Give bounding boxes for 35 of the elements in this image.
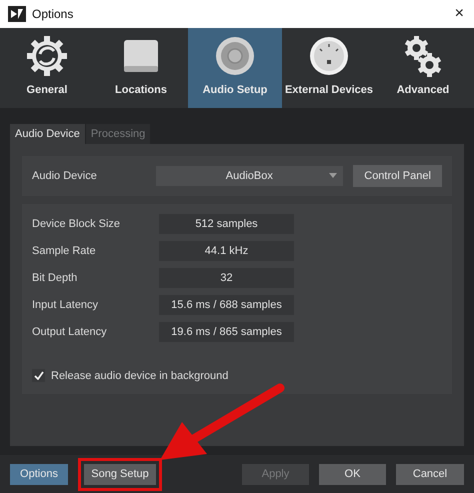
category-tab[interactable]: Advanced (376, 28, 470, 108)
setting-value: 15.6 ms / 688 samples (159, 295, 294, 315)
footer-button[interactable]: Cancel (396, 464, 464, 484)
setting-value: 32 (159, 268, 294, 288)
category-tab[interactable]: General (0, 28, 94, 108)
setting-value: 512 samples (159, 214, 294, 234)
footer-button[interactable]: OK (319, 464, 386, 484)
setting-value: 44.1 kHz (159, 241, 294, 261)
gear-icon (26, 35, 68, 77)
speaker-icon (215, 36, 255, 76)
sub-tab[interactable]: Processing (86, 124, 150, 144)
sub-tab[interactable]: Audio Device (10, 124, 85, 144)
gears-icon (403, 35, 443, 77)
close-button[interactable]: × (454, 5, 464, 23)
device-dropdown[interactable]: AudioBox (156, 166, 344, 186)
setting-label: Bit Depth (32, 272, 78, 284)
app-logo-icon (8, 6, 26, 22)
setting-label: Output Latency (32, 326, 108, 338)
caret-icon (329, 173, 338, 178)
drive-icon (123, 38, 159, 74)
control-panel-button[interactable]: Control Panel (353, 165, 442, 187)
checkbox[interactable] (32, 369, 45, 382)
category-tab[interactable]: Audio Setup (188, 28, 282, 108)
setting-label: Input Latency (32, 299, 100, 311)
checkbox-label: Release audio device in background (51, 370, 228, 382)
dial-icon (309, 36, 349, 76)
setting-label: Audio Device (32, 170, 98, 182)
footer-button[interactable]: Options (10, 464, 68, 484)
setting-label: Device Block Size (32, 218, 122, 230)
category-tab[interactable]: Locations (94, 28, 188, 108)
category-tab[interactable]: External Devices (282, 28, 376, 108)
setting-value: 19.6 ms / 865 samples (159, 322, 294, 342)
window-title: Options (32, 7, 74, 21)
footer-button[interactable]: Song Setup (84, 464, 156, 484)
setting-label: Sample Rate (32, 245, 97, 257)
